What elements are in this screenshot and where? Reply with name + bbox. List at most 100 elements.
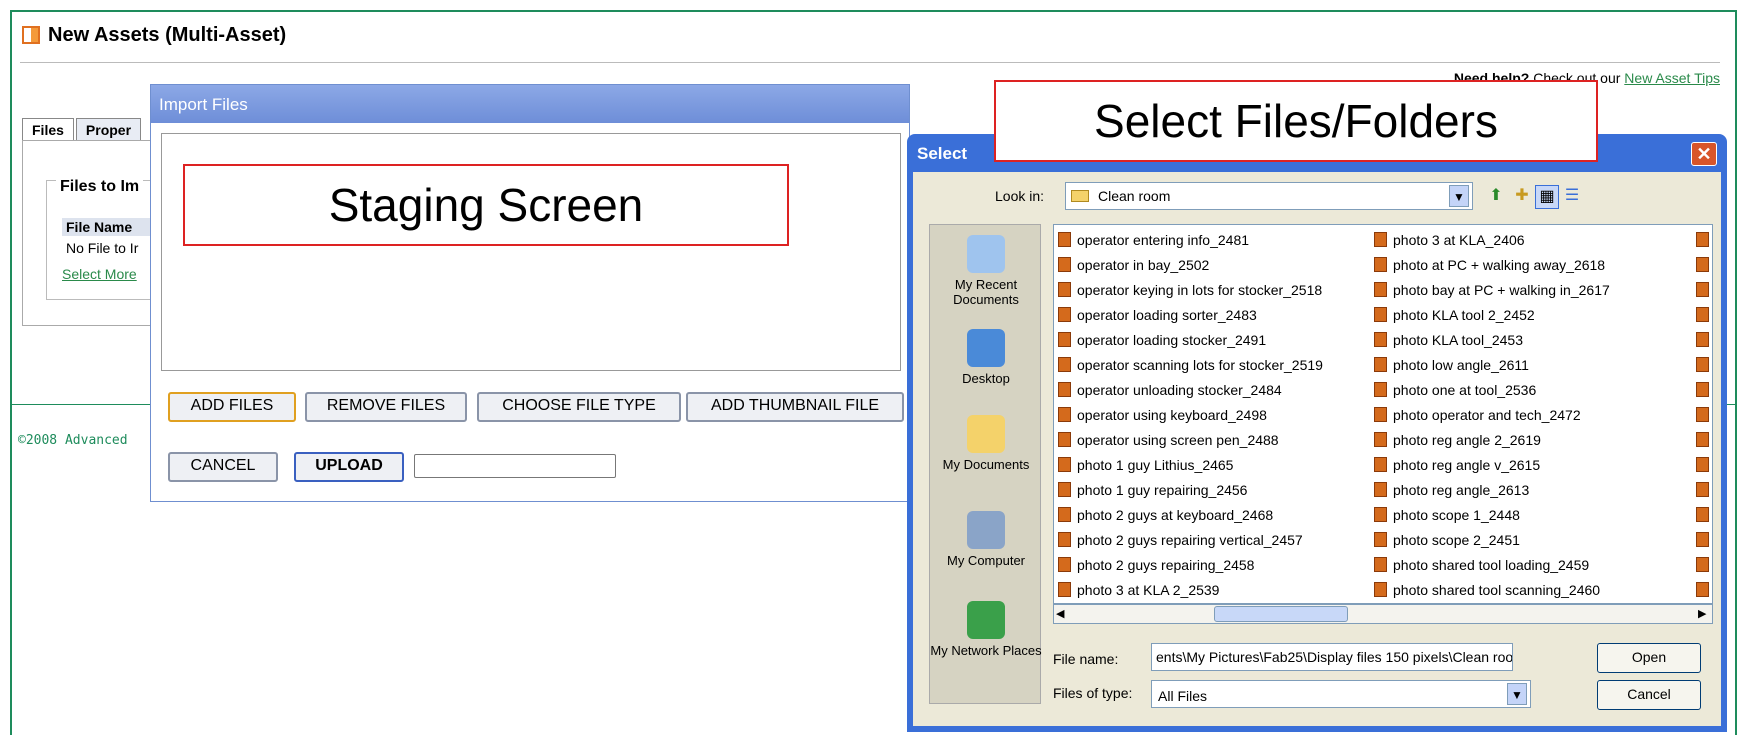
place-label: My Recent Documents: [953, 277, 1019, 307]
file-item[interactable]: photo shared tool scanning_2460: [1374, 577, 1610, 602]
dialog-cancel-button[interactable]: Cancel: [1597, 680, 1701, 710]
folder-icon: [1071, 190, 1089, 202]
file-item[interactable]: [1696, 402, 1709, 427]
file-item[interactable]: photo operator and tech_2472: [1374, 402, 1610, 427]
file-item[interactable]: [1696, 577, 1709, 602]
place-documents[interactable]: My Documents: [930, 415, 1042, 472]
choose-file-type-button[interactable]: CHOOSE FILE TYPE: [477, 392, 681, 422]
tab-properties[interactable]: Proper: [75, 118, 142, 141]
file-item[interactable]: [1696, 452, 1709, 477]
file-item[interactable]: [1696, 527, 1709, 552]
file-item[interactable]: operator using keyboard_2498: [1058, 402, 1323, 427]
image-file-icon: [1696, 332, 1709, 347]
add-files-button[interactable]: ADD FILES: [168, 392, 296, 422]
open-button[interactable]: Open: [1597, 643, 1701, 673]
file-item[interactable]: [1696, 477, 1709, 502]
file-item[interactable]: operator scanning lots for stocker_2519: [1058, 352, 1323, 377]
file-item[interactable]: photo reg angle_2613: [1374, 477, 1610, 502]
new-folder-icon[interactable]: ✚: [1511, 185, 1533, 207]
file-item[interactable]: photo KLA tool_2453: [1374, 327, 1610, 352]
file-item[interactable]: operator loading sorter_2483: [1058, 302, 1323, 327]
scroll-thumb[interactable]: [1214, 606, 1348, 622]
file-item[interactable]: [1696, 227, 1709, 252]
place-network[interactable]: My Network Places: [930, 601, 1042, 658]
file-item-label: photo 2 guys at keyboard_2468: [1077, 506, 1274, 523]
divider: [20, 62, 1720, 63]
file-item[interactable]: operator entering info_2481: [1058, 227, 1323, 252]
image-file-icon: [1058, 307, 1071, 322]
remove-files-button[interactable]: REMOVE FILES: [305, 392, 467, 422]
file-item[interactable]: [1696, 277, 1709, 302]
image-file-icon: [1374, 257, 1387, 272]
chevron-down-icon[interactable]: ▼: [1449, 185, 1469, 207]
file-item[interactable]: [1696, 427, 1709, 452]
image-file-icon: [1058, 232, 1071, 247]
import-dialog-title[interactable]: Import Files: [151, 85, 909, 123]
file-item[interactable]: [1696, 302, 1709, 327]
file-item[interactable]: operator using screen pen_2488: [1058, 427, 1323, 452]
image-file-icon: [1696, 432, 1709, 447]
file-item[interactable]: [1696, 502, 1709, 527]
file-item[interactable]: photo 1 guy repairing_2456: [1058, 477, 1323, 502]
file-item[interactable]: photo 2 guys repairing vertical_2457: [1058, 527, 1323, 552]
file-item[interactable]: [1696, 352, 1709, 377]
file-item[interactable]: operator loading stocker_2491: [1058, 327, 1323, 352]
tab-files[interactable]: Files: [22, 118, 74, 141]
file-item[interactable]: photo low angle_2611: [1374, 352, 1610, 377]
up-folder-icon[interactable]: ⬆: [1485, 185, 1507, 207]
file-type-select[interactable]: All Files: [1151, 680, 1531, 708]
file-item-label: photo 2 guys repairing_2458: [1077, 556, 1255, 573]
file-item[interactable]: photo at PC + walking away_2618: [1374, 252, 1610, 277]
file-item[interactable]: photo 1 guy Lithius_2465: [1058, 452, 1323, 477]
file-item[interactable]: operator keying in lots for stocker_2518: [1058, 277, 1323, 302]
place-desktop[interactable]: Desktop: [930, 329, 1042, 386]
file-item-label: photo scope 1_2448: [1393, 506, 1520, 523]
image-file-icon: [1696, 457, 1709, 472]
image-file-icon: [1696, 532, 1709, 547]
file-dialog-body: Look in: Clean room ▼ ⬆ ✚ ▦ ☰ My Recent …: [913, 172, 1721, 726]
file-item[interactable]: [1696, 377, 1709, 402]
file-item-label: photo reg angle_2613: [1393, 481, 1530, 498]
image-file-icon: [1058, 582, 1071, 597]
file-item[interactable]: photo bay at PC + walking in_2617: [1374, 277, 1610, 302]
file-item[interactable]: photo scope 1_2448: [1374, 502, 1610, 527]
file-dialog-title[interactable]: Select: [917, 144, 967, 164]
file-item[interactable]: [1696, 327, 1709, 352]
file-item[interactable]: [1696, 252, 1709, 277]
image-file-icon: [1374, 482, 1387, 497]
file-item[interactable]: photo one at tool_2536: [1374, 377, 1610, 402]
details-view-icon[interactable]: ☰: [1561, 185, 1583, 207]
look-in-select[interactable]: Clean room: [1065, 182, 1473, 210]
select-more-link[interactable]: Select More: [62, 266, 137, 282]
close-icon[interactable]: ✕: [1691, 142, 1717, 166]
chevron-down-icon[interactable]: ▼: [1507, 683, 1527, 705]
place-computer[interactable]: My Computer: [930, 511, 1042, 568]
file-item[interactable]: photo 3 at KLA_2406: [1374, 227, 1610, 252]
file-item-label: photo 2 guys repairing vertical_2457: [1077, 531, 1303, 548]
file-item[interactable]: photo 2 guys at keyboard_2468: [1058, 502, 1323, 527]
file-item[interactable]: photo reg angle 2_2619: [1374, 427, 1610, 452]
image-file-icon: [1374, 407, 1387, 422]
file-item[interactable]: operator in bay_2502: [1058, 252, 1323, 277]
file-item[interactable]: photo 2 guys repairing_2458: [1058, 552, 1323, 577]
file-item[interactable]: photo scope 2_2451: [1374, 527, 1610, 552]
file-item[interactable]: photo KLA tool 2_2452: [1374, 302, 1610, 327]
scroll-left-icon[interactable]: ◀: [1056, 607, 1064, 620]
image-file-icon: [1058, 357, 1071, 372]
scroll-right-icon[interactable]: ▶: [1698, 607, 1706, 620]
new-asset-tips-link[interactable]: New Asset Tips: [1624, 70, 1720, 86]
file-item-label: operator using screen pen_2488: [1077, 431, 1279, 448]
cancel-button[interactable]: CANCEL: [168, 452, 278, 482]
file-name-input[interactable]: ents\My Pictures\Fab25\Display files 150…: [1151, 643, 1513, 671]
list-view-icon[interactable]: ▦: [1535, 185, 1559, 209]
file-item[interactable]: [1696, 552, 1709, 577]
file-item[interactable]: photo reg angle v_2615: [1374, 452, 1610, 477]
file-item[interactable]: photo shared tool loading_2459: [1374, 552, 1610, 577]
horizontal-scrollbar[interactable]: ◀ ▶: [1053, 604, 1713, 624]
place-recent[interactable]: My Recent Documents: [930, 235, 1042, 307]
file-item[interactable]: operator unloading stocker_2484: [1058, 377, 1323, 402]
add-thumbnail-button[interactable]: ADD THUMBNAIL FILE: [686, 392, 904, 422]
file-item[interactable]: photo 3 at KLA 2_2539: [1058, 577, 1323, 602]
image-file-icon: [1374, 507, 1387, 522]
upload-button[interactable]: UPLOAD: [294, 452, 404, 482]
